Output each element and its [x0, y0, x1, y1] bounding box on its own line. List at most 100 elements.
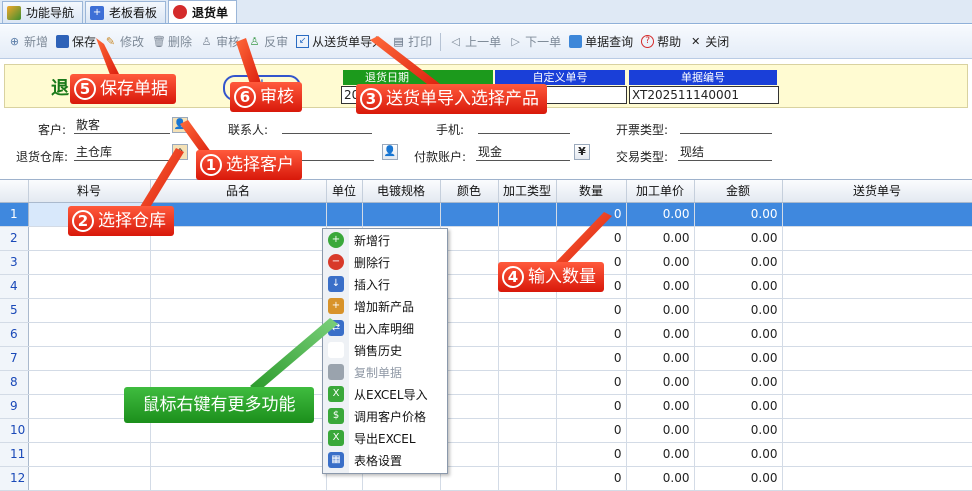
col-header-color[interactable]: 颜色: [440, 180, 499, 203]
cell-color[interactable]: [440, 226, 499, 251]
col-header-quantity[interactable]: 数量: [556, 180, 627, 203]
row-number[interactable]: 9: [0, 394, 29, 419]
cell-unit-price[interactable]: 0.00: [626, 442, 695, 467]
new-button[interactable]: ⊕ 新增: [4, 29, 52, 55]
customer-field[interactable]: 散客: [74, 118, 170, 134]
cell-delivery-no[interactable]: [782, 418, 972, 443]
invoice-type-field[interactable]: [680, 118, 772, 134]
help-button[interactable]: ? 帮助: [637, 29, 685, 55]
cell-color[interactable]: [440, 298, 499, 323]
cell-part-no[interactable]: [28, 250, 151, 275]
cell-amount[interactable]: 0.00: [694, 322, 783, 347]
unaudit-button[interactable]: ♙ 反审: [244, 29, 292, 55]
table-row[interactable]: 11 0 0.00 0.00: [0, 442, 972, 467]
col-header-amount[interactable]: 金额: [694, 180, 783, 203]
cell-part-no[interactable]: [28, 466, 151, 491]
cell-unit-price[interactable]: 0.00: [626, 394, 695, 419]
col-header-unit[interactable]: 单位: [326, 180, 363, 203]
cell-delivery-no[interactable]: [782, 298, 972, 323]
cell-amount[interactable]: 0.00: [694, 226, 783, 251]
cell-process-type[interactable]: [498, 298, 557, 323]
tab-boss-board[interactable]: + 老板看板: [85, 1, 167, 23]
cell-process-type[interactable]: [498, 226, 557, 251]
table-row[interactable]: 6 0 0.00 0.00: [0, 322, 972, 347]
cell-unit-price[interactable]: 0.00: [626, 226, 695, 251]
cell-part-no[interactable]: [28, 442, 151, 467]
row-number[interactable]: 12: [0, 466, 29, 491]
cell-unit[interactable]: [326, 202, 363, 227]
context-menu-item[interactable]: + 增加新产品: [323, 295, 447, 317]
cell-quantity[interactable]: 0: [556, 394, 627, 419]
cell-amount[interactable]: 0.00: [694, 370, 783, 395]
row-number[interactable]: 3: [0, 250, 29, 275]
close-button[interactable]: ✕ 关闭: [685, 29, 733, 55]
row-number[interactable]: 6: [0, 322, 29, 347]
context-menu-item[interactable]: − 删除行: [323, 251, 447, 273]
cell-product-name[interactable]: [150, 298, 327, 323]
cell-color[interactable]: [440, 346, 499, 371]
table-row[interactable]: 5 0 0.00 0.00: [0, 298, 972, 323]
cell-color[interactable]: [440, 322, 499, 347]
cell-quantity[interactable]: 0: [556, 466, 627, 491]
cell-color[interactable]: [440, 418, 499, 443]
tab-function-nav[interactable]: 功能导航: [2, 1, 84, 23]
row-number[interactable]: 11: [0, 442, 29, 467]
cell-unit-price[interactable]: 0.00: [626, 274, 695, 299]
context-menu-item[interactable]: $ 调用客户价格: [323, 405, 447, 427]
col-header-delivery-no[interactable]: 送货单号: [782, 180, 972, 203]
cell-amount[interactable]: 0.00: [694, 250, 783, 275]
cell-delivery-no[interactable]: [782, 274, 972, 299]
cell-amount[interactable]: 0.00: [694, 202, 783, 227]
cell-product-name[interactable]: [150, 346, 327, 371]
currency-icon[interactable]: ¥: [574, 144, 590, 160]
cell-process-type[interactable]: [498, 322, 557, 347]
cell-amount[interactable]: 0.00: [694, 394, 783, 419]
warehouse-picker-button[interactable]: ⌂: [172, 144, 188, 160]
row-number[interactable]: 10: [0, 418, 29, 443]
cell-process-type[interactable]: [498, 346, 557, 371]
cell-process-type[interactable]: [498, 394, 557, 419]
context-menu-item[interactable]: ⇄ 出入库明细: [323, 317, 447, 339]
context-menu-item[interactable]: X 导出EXCEL: [323, 427, 447, 449]
phone-field[interactable]: [478, 118, 570, 134]
cell-unit-price[interactable]: 0.00: [626, 298, 695, 323]
contact-field[interactable]: [282, 118, 372, 134]
cell-amount[interactable]: 0.00: [694, 418, 783, 443]
table-row[interactable]: 3 0 0.00 0.00: [0, 250, 972, 275]
cell-color[interactable]: [440, 202, 499, 227]
cell-amount[interactable]: 0.00: [694, 466, 783, 491]
cell-amount[interactable]: 0.00: [694, 346, 783, 371]
context-menu-item[interactable]: X 从EXCEL导入: [323, 383, 447, 405]
row-number[interactable]: 4: [0, 274, 29, 299]
cell-plating-spec[interactable]: [362, 202, 441, 227]
import-from-delivery-button[interactable]: ↙ 从送货单导入: [292, 29, 388, 55]
cell-process-type[interactable]: [498, 442, 557, 467]
cell-product-name[interactable]: [150, 466, 327, 491]
table-row[interactable]: 7 0 0.00 0.00: [0, 346, 972, 371]
cell-unit-price[interactable]: 0.00: [626, 346, 695, 371]
context-menu-item[interactable]: + 新增行: [323, 229, 447, 251]
cell-product-name[interactable]: [150, 226, 327, 251]
cell-color[interactable]: [440, 466, 499, 491]
cell-part-no[interactable]: [28, 298, 151, 323]
cell-unit-price[interactable]: 0.00: [626, 322, 695, 347]
cell-unit-price[interactable]: 0.00: [626, 466, 695, 491]
cell-delivery-no[interactable]: [782, 202, 972, 227]
context-menu-item[interactable]: ↓ 插入行: [323, 273, 447, 295]
cell-quantity[interactable]: 0: [556, 418, 627, 443]
cell-product-name[interactable]: [150, 322, 327, 347]
row-number[interactable]: 1: [0, 202, 29, 227]
cell-quantity[interactable]: 0: [556, 202, 627, 227]
cell-quantity[interactable]: 0: [556, 346, 627, 371]
doc-no-field[interactable]: XT202511140001: [629, 86, 779, 104]
cell-process-type[interactable]: [498, 418, 557, 443]
tab-return-order[interactable]: 退货单: [168, 0, 238, 23]
cell-delivery-no[interactable]: [782, 442, 972, 467]
prev-record-button[interactable]: ◁ 上一单: [445, 29, 505, 55]
cell-quantity[interactable]: 0: [556, 298, 627, 323]
cell-unit-price[interactable]: 0.00: [626, 370, 695, 395]
cell-process-type[interactable]: [498, 202, 557, 227]
audit-button[interactable]: ♙ 审核: [196, 29, 244, 55]
col-header-product-name[interactable]: 品名: [150, 180, 327, 203]
cell-delivery-no[interactable]: [782, 250, 972, 275]
